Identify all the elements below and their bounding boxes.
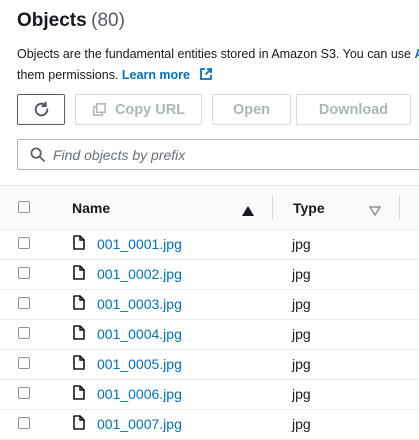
table-header: Name Type: [0, 185, 419, 230]
object-name-link[interactable]: 001_0005.jpg: [97, 356, 182, 372]
column-divider[interactable]: [272, 195, 273, 219]
row-checkbox[interactable]: [18, 297, 30, 309]
row-checkbox[interactable]: [18, 267, 30, 279]
search-input[interactable]: Find objects by prefix: [17, 139, 419, 170]
column-header-type[interactable]: Type: [293, 200, 325, 216]
object-name-link[interactable]: 001_0001.jpg: [97, 236, 182, 252]
page-title: Objects: [17, 10, 87, 31]
object-type: jpg: [292, 356, 311, 372]
row-checkbox[interactable]: [18, 237, 30, 249]
copy-url-button[interactable]: Copy URL: [75, 94, 202, 125]
sort-unsorted-icon[interactable]: [369, 203, 381, 221]
table-row[interactable]: 001_0007.jpg jpg: [0, 409, 419, 440]
object-type: jpg: [292, 296, 311, 312]
object-type: jpg: [292, 386, 311, 402]
object-type: jpg: [292, 326, 311, 342]
description-clipped-link[interactable]: Am: [415, 47, 419, 61]
row-checkbox[interactable]: [18, 357, 30, 369]
search-icon: [30, 147, 45, 162]
refresh-icon: [33, 101, 50, 118]
object-type: jpg: [292, 266, 311, 282]
file-icon: [73, 415, 85, 435]
toolbar: Copy URL Open Download: [0, 94, 419, 125]
file-icon: [73, 295, 85, 315]
copy-url-label: Copy URL: [115, 102, 185, 118]
description: Objects are the fundamental entities sto…: [17, 44, 419, 88]
table-row[interactable]: 001_0002.jpg jpg: [0, 259, 419, 290]
object-name-link[interactable]: 001_0006.jpg: [97, 386, 182, 402]
object-type: jpg: [292, 236, 311, 252]
table-row[interactable]: 001_0005.jpg jpg: [0, 349, 419, 380]
download-button[interactable]: Download: [296, 94, 411, 125]
file-icon: [73, 235, 85, 255]
table-row[interactable]: 001_0006.jpg jpg: [0, 379, 419, 410]
external-link-icon[interactable]: [199, 67, 213, 88]
page-header: Objects (80): [17, 10, 125, 32]
column-divider[interactable]: [399, 195, 400, 219]
sort-ascending-icon[interactable]: [242, 203, 254, 221]
column-header-name[interactable]: Name: [72, 200, 110, 216]
refresh-button[interactable]: [17, 94, 65, 125]
object-name-link[interactable]: 001_0003.jpg: [97, 296, 182, 312]
object-count: (80): [91, 10, 125, 31]
search-placeholder: Find objects by prefix: [53, 147, 185, 163]
description-text: Objects are the fundamental entities sto…: [17, 47, 411, 61]
table-row[interactable]: 001_0004.jpg jpg: [0, 319, 419, 350]
learn-more-link[interactable]: Learn more: [122, 68, 190, 82]
object-name-link[interactable]: 001_0004.jpg: [97, 326, 182, 342]
open-button[interactable]: Open: [212, 94, 291, 125]
file-icon: [73, 355, 85, 375]
file-icon: [73, 385, 85, 405]
object-type: jpg: [292, 416, 311, 432]
file-icon: [73, 325, 85, 345]
object-name-link[interactable]: 001_0002.jpg: [97, 266, 182, 282]
object-name-link[interactable]: 001_0007.jpg: [97, 416, 182, 432]
row-checkbox[interactable]: [18, 327, 30, 339]
table-row[interactable]: 001_0001.jpg jpg: [0, 229, 419, 260]
table-row[interactable]: 001_0003.jpg jpg: [0, 289, 419, 320]
description-text-2: them permissions.: [17, 68, 118, 82]
copy-icon: [92, 102, 107, 117]
file-icon: [73, 265, 85, 285]
row-checkbox[interactable]: [18, 387, 30, 399]
select-all-checkbox[interactable]: [18, 201, 30, 213]
row-checkbox[interactable]: [18, 417, 30, 429]
